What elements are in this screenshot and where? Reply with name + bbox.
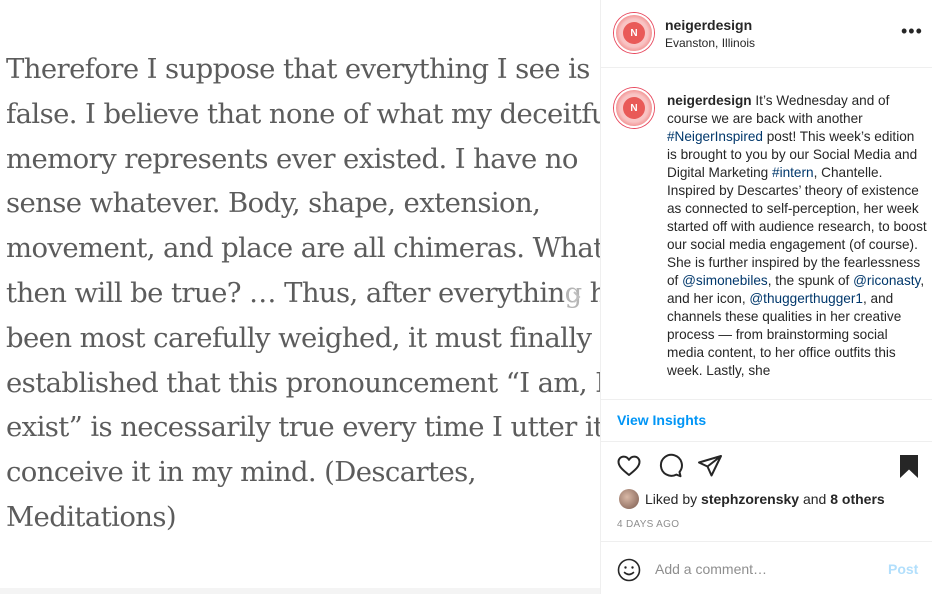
mention-link[interactable]: @simonebiles [682,273,768,288]
caption-scroll-area[interactable]: N neigerdesign It’s Wednesday and of cou… [601,69,932,399]
avatar[interactable]: N [614,88,654,128]
likes-mid: and [799,491,831,507]
paper-plane-icon[interactable] [696,452,724,480]
quote-line: then will be true? … Thus, after everyth… [6,276,600,309]
mention-link[interactable]: @riconasty [853,273,920,288]
header-location[interactable]: Evanston, Illinois [665,36,755,50]
post-media[interactable]: Therefore I suppose that everything I se… [0,0,600,594]
post-header: N neigerdesign Evanston, Illinois ••• [601,0,932,68]
avatar[interactable]: N [614,13,654,53]
quote-line: false. I believe that none of what my de… [6,97,600,130]
caption-segment: , the spunk of [767,273,854,288]
likes-others-link[interactable]: 8 others [830,491,884,507]
quote-line: Therefore I suppose that everything I se… [6,53,590,85]
quote-line: Meditations) [6,500,177,533]
quote-line: established that this pronouncement “I a… [6,366,600,399]
header-username[interactable]: neigerdesign [665,17,752,33]
chevron-right-icon [573,291,581,303]
post-age[interactable]: 4 DAYS AGO [617,519,679,530]
quote-line: memory represents ever existed. I have n… [6,142,578,175]
caption-username[interactable]: neigerdesign [667,93,752,108]
mention-link[interactable]: @thuggerthugger1 [749,291,863,306]
likes-text: Liked by stephzorensky and 8 others [645,491,885,507]
heart-icon[interactable] [615,452,643,480]
comment-icon[interactable] [656,452,684,480]
caption-segment: , Chantelle. Inspired by Descartes’ theo… [667,165,927,288]
post-comment-button[interactable]: Post [888,561,918,577]
quote-line: exist” is necessarily true every time I … [6,411,600,444]
media-bottom-edge [0,588,600,594]
post-side-panel: N neigerdesign Evanston, Illinois ••• N … [600,0,932,594]
quote-text: Therefore I suppose that everything I se… [6,47,600,540]
insights-bar: View Insights [601,399,932,442]
quote-line: conceive it in my mind. (Descartes, [6,456,476,489]
liker-avatar[interactable] [619,489,639,509]
bookmark-icon[interactable] [895,452,923,480]
more-options-icon[interactable]: ••• [901,22,923,40]
quote-line: movement, and place are all chimeras. Wh… [6,232,600,265]
emoji-icon[interactable] [617,558,641,582]
view-insights-link[interactable]: View Insights [617,412,706,428]
avatar-logo: N [623,97,645,119]
caption-text: neigerdesign It’s Wednesday and of cours… [667,92,927,380]
hashtag-link[interactable]: #NeigerInspired [667,129,763,144]
quote-line: sense whatever. Body, shape, extension, [6,187,541,220]
comment-input[interactable] [655,558,875,580]
comment-bar: Post [601,541,932,594]
likes-prefix: Liked by [645,491,702,507]
avatar-logo: N [623,22,645,44]
action-bar [601,450,932,484]
liker-username[interactable]: stephzorensky [701,491,799,507]
next-slide-button[interactable] [563,284,589,310]
quote-line: been most carefully weighed, it must fin… [6,321,600,354]
hashtag-link[interactable]: #intern [772,165,814,180]
